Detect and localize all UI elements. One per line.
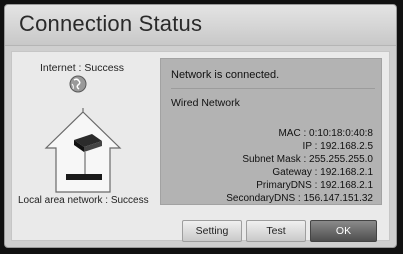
ok-button[interactable]: OK bbox=[310, 220, 377, 242]
detail-value: 255.255.255.0 bbox=[309, 154, 373, 165]
connection-status-message: Network is connected. bbox=[171, 69, 375, 89]
detail-label: IP bbox=[302, 141, 312, 152]
secondary-dns-row: SecondaryDNS : 156.147.151.32 bbox=[226, 193, 373, 204]
lan-status-label: Local area network : Success bbox=[18, 195, 149, 206]
subnet-mask-row: Subnet Mask : 255.255.255.0 bbox=[242, 154, 373, 165]
globe-icon bbox=[69, 75, 87, 93]
title-bar: Connection Status bbox=[5, 5, 396, 46]
connection-status-dialog: Connection Status Internet : Success Loc… bbox=[4, 4, 397, 248]
setting-button[interactable]: Setting bbox=[182, 220, 242, 242]
detail-value: 156.147.151.32 bbox=[303, 193, 373, 204]
gateway-row: Gateway : 192.168.2.1 bbox=[272, 167, 373, 178]
detail-value: 0:10:18:0:40:8 bbox=[309, 128, 373, 139]
detail-label: MAC bbox=[278, 128, 301, 139]
mac-row: MAC : 0:10:18:0:40:8 bbox=[278, 128, 373, 139]
connection-type: Wired Network bbox=[171, 97, 240, 109]
player-device-icon bbox=[66, 174, 102, 180]
detail-value: 192.168.2.1 bbox=[320, 167, 373, 178]
detail-value: 192.168.2.1 bbox=[320, 180, 373, 191]
test-button[interactable]: Test bbox=[246, 220, 306, 242]
network-details: MAC : 0:10:18:0:40:8 IP : 192.168.2.5 Su… bbox=[169, 127, 373, 205]
detail-label: Gateway bbox=[272, 167, 312, 178]
connection-info-panel: Network is connected. Wired Network MAC … bbox=[160, 58, 382, 205]
ip-row: IP : 192.168.2.5 bbox=[302, 141, 373, 152]
detail-label: PrimaryDNS bbox=[256, 180, 312, 191]
dialog-title: Connection Status bbox=[19, 11, 203, 36]
detail-value: 192.168.2.5 bbox=[320, 141, 373, 152]
detail-label: Subnet Mask bbox=[242, 154, 301, 165]
detail-label: SecondaryDNS bbox=[226, 193, 296, 204]
content-area: Internet : Success Local area network : … bbox=[11, 51, 390, 242]
primary-dns-row: PrimaryDNS : 192.168.2.1 bbox=[256, 180, 373, 191]
house-icon bbox=[44, 108, 122, 193]
internet-status-label: Internet : Success bbox=[40, 62, 125, 74]
